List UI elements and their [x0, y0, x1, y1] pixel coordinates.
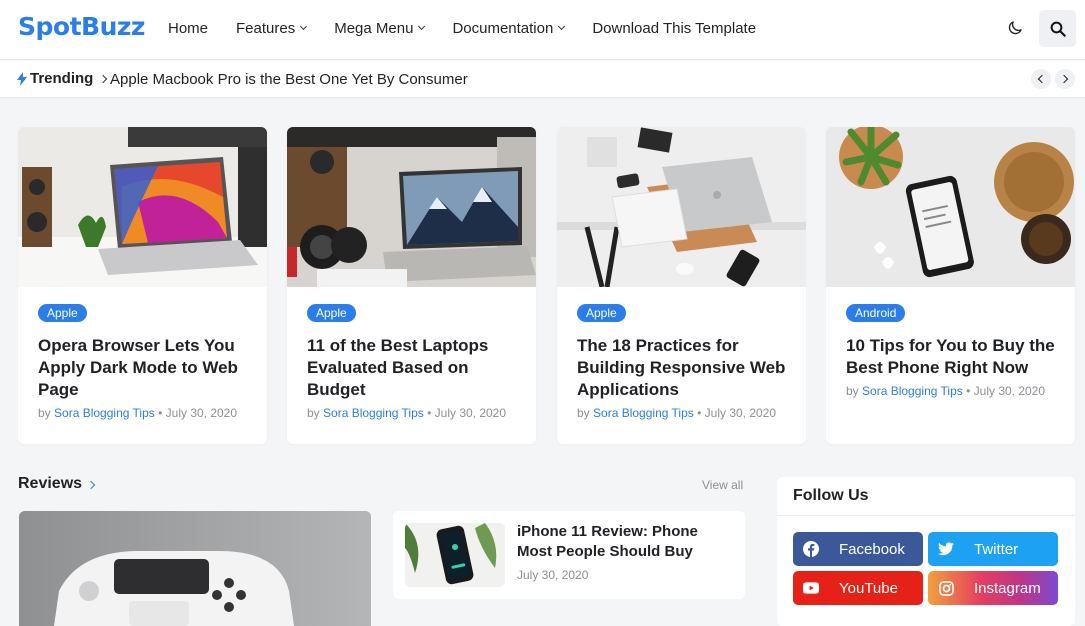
post-date: • July 30, 2020: [427, 406, 507, 420]
view-all-link[interactable]: View all: [702, 478, 743, 492]
category-badge[interactable]: Apple: [577, 304, 626, 322]
bolt-icon: [17, 71, 27, 86]
divider: [777, 515, 1075, 516]
youtube-button[interactable]: YouTube: [793, 571, 923, 605]
moon-icon[interactable]: [1006, 19, 1024, 37]
post-title[interactable]: Opera Browser Lets You Apply Dark Mode t…: [38, 335, 253, 401]
nav-features[interactable]: Features: [236, 19, 308, 37]
instagram-button[interactable]: Instagram: [928, 571, 1058, 605]
meta-by: by: [846, 384, 859, 398]
nav-mega-menu[interactable]: Mega Menu: [334, 19, 426, 37]
nav-mega-menu-label: Mega Menu: [334, 19, 414, 37]
site-header: SpotBuzz Home Features Mega Menu Documen…: [0, 0, 1085, 60]
meta-by: by: [577, 406, 590, 420]
post-date: • July 30, 2020: [966, 384, 1046, 398]
nav-home[interactable]: Home: [168, 20, 208, 37]
nav-home-label: Home: [168, 19, 209, 37]
post-meta: by Sora Blogging Tips • July 30, 2020: [846, 384, 1045, 398]
post-thumbnail[interactable]: [18, 127, 267, 287]
chevron-down-icon: [418, 22, 426, 31]
twitter-icon: [938, 541, 954, 557]
instagram-icon: [938, 580, 954, 596]
trending-bar: Trending Apple Macbook Pro is the Best O…: [0, 61, 1085, 98]
post-title[interactable]: 11 of the Best Laptops Evaluated Based o…: [307, 335, 522, 401]
post-date: • July 30, 2020: [697, 406, 777, 420]
post-title[interactable]: The 18 Practices for Building Responsive…: [577, 335, 792, 401]
search-icon: [1050, 21, 1066, 37]
twitter-button[interactable]: Twitter: [928, 532, 1058, 566]
post-author-link[interactable]: Sora Blogging Tips: [54, 406, 155, 420]
reviews-title-text: Reviews: [18, 475, 83, 492]
review-date: July 30, 2020: [517, 568, 589, 582]
post-meta: by Sora Blogging Tips • July 30, 2020: [577, 406, 776, 420]
twitter-label: Twitter: [974, 540, 1019, 558]
post-date: • July 30, 2020: [158, 406, 238, 420]
post-author-link[interactable]: Sora Blogging Tips: [862, 384, 963, 398]
instagram-label: Instagram: [974, 579, 1041, 597]
facebook-icon: [803, 541, 819, 557]
post-thumbnail[interactable]: [557, 127, 806, 287]
chevron-down-icon: [558, 22, 566, 31]
nav-download-label: Download This Template: [592, 19, 757, 37]
meta-by: by: [38, 406, 51, 420]
chevron-right-icon: [1059, 74, 1069, 84]
post-card[interactable]: Android 10 Tips for You to Buy the Best …: [826, 127, 1075, 444]
trending-prev-button[interactable]: [1031, 69, 1051, 89]
category-badge[interactable]: Apple: [307, 304, 356, 322]
review-thumbnail[interactable]: [405, 523, 505, 587]
featured-review-thumbnail[interactable]: [19, 511, 371, 626]
chevron-left-icon: [1037, 74, 1047, 84]
trending-label-text: Trending: [30, 70, 94, 87]
nav-documentation-label: Documentation: [452, 19, 554, 37]
facebook-button[interactable]: Facebook: [793, 532, 923, 566]
review-list-item[interactable]: iPhone 11 Review: Phone Most People Shou…: [393, 511, 745, 599]
post-author-link[interactable]: Sora Blogging Tips: [593, 406, 694, 420]
trending-next-button[interactable]: [1055, 69, 1075, 89]
youtube-label: YouTube: [839, 579, 898, 597]
post-title[interactable]: 10 Tips for You to Buy the Best Phone Ri…: [846, 335, 1061, 379]
post-meta: by Sora Blogging Tips • July 30, 2020: [307, 406, 506, 420]
nav-features-label: Features: [236, 19, 296, 37]
post-thumbnail[interactable]: [826, 127, 1075, 287]
chevron-right-icon: [86, 480, 96, 490]
post-thumbnail[interactable]: [287, 127, 536, 287]
post-card[interactable]: Apple 11 of the Best Laptops Evaluated B…: [287, 127, 536, 444]
category-badge[interactable]: Apple: [38, 304, 87, 322]
youtube-icon: [803, 580, 819, 596]
search-button[interactable]: [1039, 10, 1076, 47]
trending-label: Trending: [17, 70, 108, 87]
post-card[interactable]: Apple Opera Browser Lets You Apply Dark …: [18, 127, 267, 444]
trending-headline[interactable]: Apple Macbook Pro is the Best One Yet By…: [110, 71, 468, 88]
meta-by: by: [307, 406, 320, 420]
post-meta: by Sora Blogging Tips • July 30, 2020: [38, 406, 237, 420]
site-logo[interactable]: SpotBuzz: [18, 12, 145, 41]
follow-us-title: Follow Us: [793, 487, 869, 504]
reviews-section-title[interactable]: Reviews: [18, 475, 96, 493]
chevron-down-icon: [300, 22, 308, 31]
nav-download-template[interactable]: Download This Template: [592, 20, 756, 37]
category-badge[interactable]: Android: [846, 304, 906, 322]
post-author-link[interactable]: Sora Blogging Tips: [323, 406, 424, 420]
follow-us-widget: Follow Us Facebook Twitter YouTube Insta…: [777, 477, 1075, 626]
review-title[interactable]: iPhone 11 Review: Phone Most People Shou…: [517, 522, 737, 562]
nav-documentation[interactable]: Documentation: [452, 19, 566, 37]
post-card[interactable]: Apple The 18 Practices for Building Resp…: [557, 127, 806, 444]
facebook-label: Facebook: [839, 540, 905, 558]
chevron-right-icon: [99, 74, 108, 83]
main-nav: Home Features Mega Menu Documentation Do…: [168, 0, 756, 56]
